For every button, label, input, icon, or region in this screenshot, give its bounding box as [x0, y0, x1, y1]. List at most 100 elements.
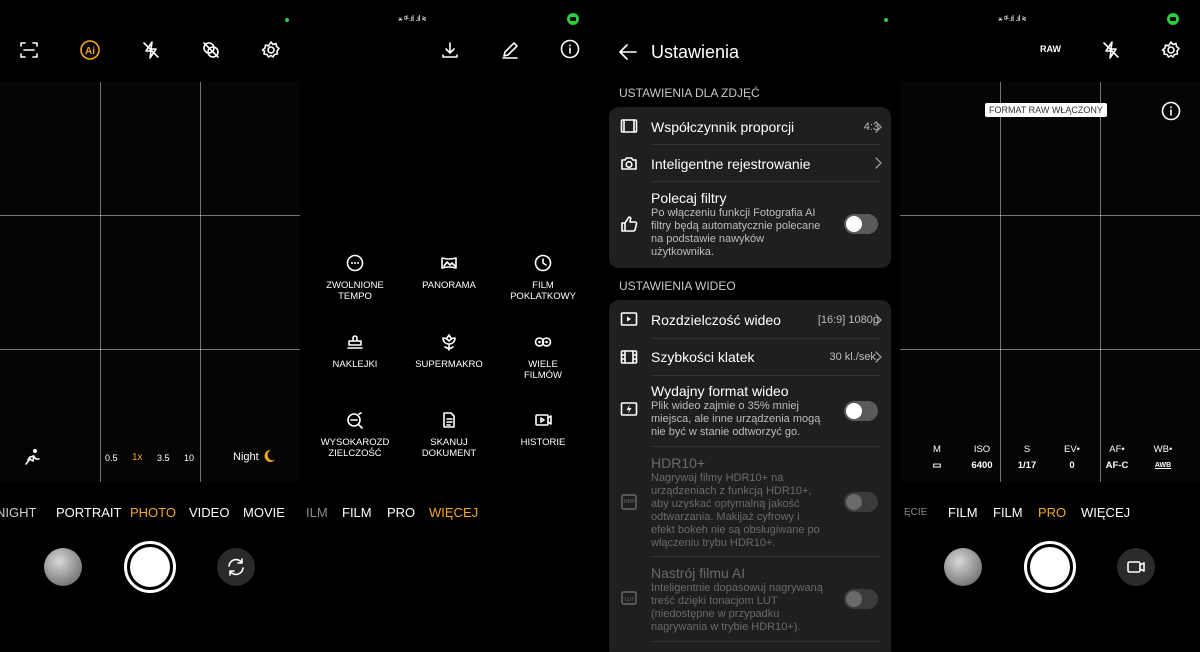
setting-hdr10: HDR HDR10+ Nagrywaj filmy HDR10+ na urzą…: [609, 447, 891, 556]
more-mode-slowmo[interactable]: ZWOLNIONE TEMPO: [310, 254, 400, 302]
hdr10-toggle[interactable]: [844, 492, 878, 512]
pro-param-name: ISO: [973, 444, 991, 455]
grid-line: [100, 82, 101, 482]
scan-icon[interactable]: [19, 40, 39, 60]
setting-description: Nagrywaj filmy HDR10+ na urządzeniach z …: [651, 472, 820, 549]
camera-more-screen: ⚹ ᵍᴸ.ıl .ıl ≋ ZWOLNIONE TEMPO PANORAMA F…: [300, 0, 600, 652]
mode-film-partial[interactable]: ILM: [306, 505, 328, 520]
efficient-format-toggle[interactable]: [844, 401, 878, 421]
more-mode-stickers[interactable]: NAKLEJKI: [310, 333, 400, 370]
more-mode-timelapse[interactable]: FILM POKLATKOWY: [498, 254, 588, 302]
setting-video-resolution[interactable]: Rozdzielczość wideo [16:9] 1080p: [609, 300, 891, 338]
svg-text:LUT: LUT: [625, 597, 634, 603]
info-icon[interactable]: [1161, 101, 1181, 121]
download-icon[interactable]: [440, 40, 460, 60]
switch-camera-button[interactable]: [217, 548, 255, 586]
mode-film[interactable]: FILM: [342, 505, 372, 520]
viewfinder[interactable]: [0, 82, 300, 482]
mode-pro[interactable]: PRO: [1038, 505, 1066, 520]
more-mode-scan-document[interactable]: SKANUJ DOKUMENT: [404, 411, 494, 459]
more-mode-multivideo[interactable]: WIELE FILMÓW: [498, 333, 588, 381]
more-mode-label: SUPERMAKRO: [415, 359, 483, 370]
viewfinder[interactable]: [900, 82, 1200, 482]
mode-film-2[interactable]: FILM: [993, 505, 1023, 520]
camera-icon: [620, 155, 638, 173]
setting-smart-capture[interactable]: Inteligentne rejestrowanie: [609, 145, 891, 181]
mode-more[interactable]: WIĘCEJ: [429, 505, 478, 520]
mode-photo[interactable]: PHOTO: [130, 505, 176, 520]
multi-video-icon: [534, 333, 552, 351]
mode-film[interactable]: FILM: [948, 505, 978, 520]
pro-param-wb[interactable]: WB• AWB: [1143, 444, 1183, 469]
mode-portrait[interactable]: PORTRAIT: [56, 505, 122, 520]
setting-ai-film-mood: LUT Nastrój filmu AI Inteligentnie dopas…: [609, 557, 891, 641]
settings-icon[interactable]: [1161, 40, 1181, 60]
chevron-right-icon: [874, 351, 882, 363]
camera-badge-icon: [1167, 13, 1179, 25]
mode-night[interactable]: NIGHT: [0, 505, 36, 520]
zoom-10[interactable]: 10: [184, 453, 194, 463]
filter-icon[interactable]: [201, 40, 221, 60]
ai-icon[interactable]: Ai: [79, 39, 101, 61]
setting-description: Plik wideo zajmie o 35% mniej miejsca, a…: [651, 400, 821, 438]
flash-off-icon[interactable]: [141, 40, 161, 60]
night-label[interactable]: Night: [233, 451, 259, 463]
zoom-3.5[interactable]: 3.5: [157, 453, 170, 463]
shutter-button[interactable]: [124, 541, 176, 593]
gallery-thumbnail[interactable]: [944, 548, 982, 586]
setting-frame-rate[interactable]: Szybkości klatek 30 kl./sek.: [609, 339, 891, 375]
more-mode-panorama[interactable]: PANORAMA: [404, 254, 494, 291]
pro-param-iso[interactable]: ISO 6400: [962, 444, 1002, 471]
pro-param-mode[interactable]: M ▭: [917, 444, 957, 471]
more-mode-label: FILM POKLATKOWY: [510, 280, 576, 302]
mode-movie[interactable]: MOVIE: [243, 505, 285, 520]
filters-toggle[interactable]: [844, 214, 878, 234]
gallery-thumbnail[interactable]: [44, 548, 82, 586]
back-arrow-icon[interactable]: [618, 43, 638, 61]
grid-line: [1100, 82, 1101, 482]
info-icon[interactable]: [560, 39, 580, 59]
mode-partial[interactable]: ĘCIE: [904, 507, 927, 518]
zoom-1x[interactable]: 1x: [132, 452, 143, 463]
more-mode-label: HISTORIE: [520, 437, 566, 448]
motion-icon[interactable]: [22, 448, 42, 466]
more-mode-supermacro[interactable]: SUPERMAKRO: [404, 333, 494, 370]
mode-more[interactable]: WIĘCEJ: [1081, 505, 1130, 520]
zoom-0.5[interactable]: 0.5: [105, 453, 118, 463]
flash-off-icon[interactable]: [1101, 40, 1121, 60]
photo-settings-card: Współczynnik proporcji 4:3 Inteligentne …: [609, 107, 891, 268]
setting-aspect-ratio[interactable]: Współczynnik proporcji 4:3: [609, 107, 891, 144]
pro-param-ev[interactable]: EV• 0: [1052, 444, 1092, 471]
pro-param-value: 0: [1069, 460, 1075, 471]
video-settings-card: Rozdzielczość wideo [16:9] 1080p Szybkoś…: [609, 300, 891, 652]
grid-line: [900, 215, 1200, 216]
setting-title: Nastrój filmu AI: [651, 565, 746, 581]
shutter-button[interactable]: [1024, 541, 1076, 593]
svg-text:Ai: Ai: [85, 46, 95, 57]
mode-video[interactable]: VIDEO: [189, 505, 229, 520]
flower-icon: [440, 333, 458, 351]
setting-recommend-filters: Polecaj filtry Po włączeniu funkcji Foto…: [609, 182, 891, 268]
ai-film-mood-toggle[interactable]: [844, 589, 878, 609]
more-mode-stories[interactable]: HISTORIE: [498, 411, 588, 448]
setting-title: Inteligentne rejestrowanie: [651, 156, 811, 172]
video-record-button[interactable]: [1117, 548, 1155, 586]
aspect-ratio-icon: [620, 118, 638, 136]
mode-pro[interactable]: PRO: [387, 505, 415, 520]
pro-param-value: AWB: [1154, 462, 1172, 469]
raw-toggle[interactable]: RAW: [1040, 44, 1061, 54]
settings-icon[interactable]: [261, 40, 281, 60]
night-moon-icon[interactable]: [261, 448, 277, 464]
pro-param-af[interactable]: AF• AF-C: [1097, 444, 1137, 471]
more-mode-highres[interactable]: WYSOKAROZD ZIELCZOŚĆ: [310, 411, 400, 459]
chevron-right-icon: [874, 314, 882, 326]
setting-description: Po włączeniu funkcji Fotografia AI filtr…: [651, 207, 821, 258]
status-bar: ⚹ ᵍᴸ.ıl .ıl ≋: [398, 14, 426, 23]
setting-title: HDR10+: [651, 455, 706, 471]
status-bar: ⚹ ᵍᴸ.ıl .ıl ≋: [998, 14, 1026, 23]
pro-param-name: EV•: [1064, 444, 1080, 455]
camera-pro-screen: ⚹ ᵍᴸ.ıl .ıl ≋ RAW FORMAT RAW WŁĄCZONY M …: [900, 0, 1200, 652]
pro-param-shutter[interactable]: S 1/17: [1007, 444, 1047, 471]
edit-icon[interactable]: [500, 40, 520, 60]
section-video-title: USTAWIENIA WIDEO: [619, 279, 736, 293]
